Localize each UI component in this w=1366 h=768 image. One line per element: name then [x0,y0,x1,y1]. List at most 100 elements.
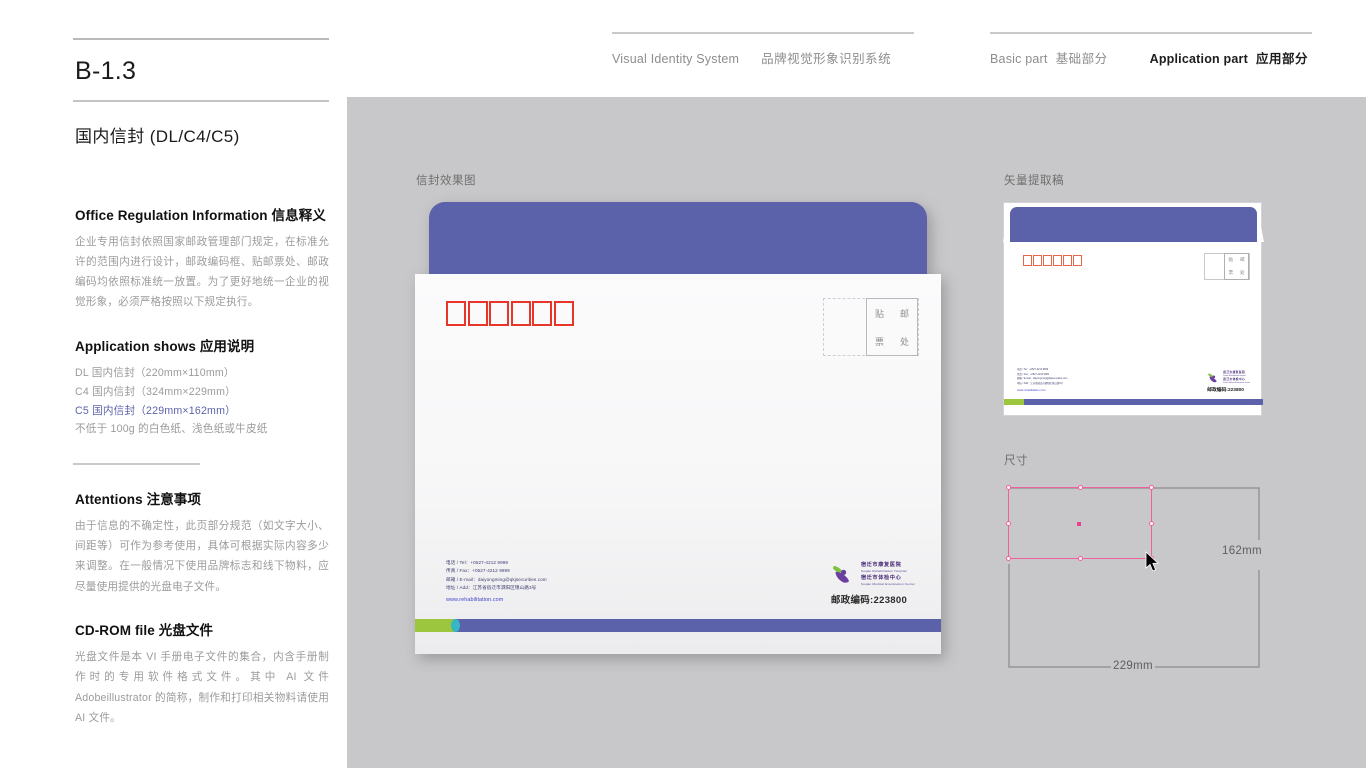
selection-handle-sw[interactable] [1006,556,1011,561]
brand-name-en-center: Suqian Medical Examination Center [860,582,915,587]
dimension-width-label: 229mm [1113,660,1153,672]
header-application-part-en[interactable]: Application part [1150,52,1248,66]
section-body-attentions: 由于信息的不确定性，此页部分规范（如文字大小、间距等）可作为参考使用，具体可根据… [75,519,329,593]
vi-manual-page: Visual Identity System 品牌视觉形象识别系统 Basic … [0,0,1366,768]
section-attentions: Attentions 注意事项 由于信息的不确定性，此页部分规范（如文字大小、间… [73,488,329,597]
header-basic-part-en[interactable]: Basic part [990,52,1048,66]
sidebar-divider [73,463,200,465]
envelope-footer-bar [415,619,941,632]
spec-item-c4: C4 国内信封（324mm×229mm） [75,385,236,398]
header-group-parts: Basic part 基础部分 Application part 应用部分 [990,32,1312,67]
vector-stamp-area-outline: 贴 邮 票 处 [1204,253,1250,280]
postal-code-box [1023,255,1032,266]
section-heading-en: Application shows [75,338,196,354]
footer-bar-green-segment [415,619,455,632]
postal-code-box [446,301,466,326]
section-heading-office-regulation: Office Regulation Information 信息释义 [75,204,329,224]
postal-code-box [1073,255,1082,266]
section-body-office-regulation: 企业专用信封依照国家邮政管理部门规定，在标准允许的范围内进行设计，邮政编码框、贴… [75,235,329,309]
brand-name-en-center: Suqian Medical Examination Center [1223,381,1250,384]
contact-address: 地址 / Add：江苏省宿迁市泗阳区锦山路3号 [1017,381,1063,385]
label-envelope-mockup: 信封效果图 [416,175,476,187]
envelope-body: 贴 邮 票 处 电话 / Tel：+0527-4212 9999 传真 / Fa… [415,274,941,654]
contact-fax: 传真 / Fax：+0527-4212 9999 [446,568,510,574]
section-heading-en: Office Regulation Information [75,207,268,223]
dimension-diagram: 162mm 229mm [1003,482,1265,677]
postal-code-box [553,301,574,326]
vector-envelope-artwork: 贴 邮 票 处 电话 / Tel：+0527-4212 9999 传真 / Fa… [1003,202,1263,416]
section-heading-application-shows: Application shows 应用说明 [75,335,329,355]
vector-envelope-flap [1010,207,1257,242]
header-system-cn: 品牌视觉形象识别系统 [761,52,892,66]
vector-contact-block: 电话 / Tel：+0527-4212 9999 传真 / Fax：+0527-… [1017,368,1067,392]
selection-handle-ne[interactable] [1149,485,1154,490]
section-body-cdrom: 光盘文件是本 VI 手册电子文件的集合，内含手册制作时的专用软件格式文件。其中 … [75,651,329,724]
contact-tel: 电话 / Tel：+0527-4212 9999 [446,560,509,566]
section-office-regulation: Office Regulation Information 信息释义 企业专用信… [73,204,329,313]
stamp-area-outline: 贴 邮 票 处 [823,298,919,356]
selection-handle-e[interactable] [1149,521,1154,526]
spec-item-paper: 不低于 100g 的白色纸、浅色纸或牛皮纸 [75,423,268,436]
section-cdrom-file: CD-ROM file 光盘文件 光盘文件是本 VI 手册电子文件的集合，内含手… [73,619,329,728]
header-basic-part-cn[interactable]: 基础部分 [1056,48,1108,67]
label-dimensions: 尺寸 [1004,455,1028,467]
footer-bar-green-segment [1004,399,1024,405]
section-heading-cn: 应用说明 [199,338,255,354]
section-application-shows: Application shows 应用说明 DL 国内信封（220mm×110… [73,335,329,439]
vector-postal-code-boxes [1023,255,1082,266]
spec-item-dl: DL 国内信封（220mm×110mm） [75,366,235,379]
postal-code-box [1063,255,1072,266]
brand-name-cn-center: 宿迁市体检中心 [860,575,902,582]
postal-code-label: 邮政编码:223800 [830,595,908,606]
hospital-logo-icon [1208,373,1217,383]
section-heading-en: Attentions [75,491,143,507]
postal-code-label: 邮政编码:223800 [1207,388,1244,393]
envelope-brand-block: 宿迁市康复医院 Suqian Rehabilitation Hospital 宿… [831,562,915,606]
postal-code-box [510,301,531,326]
envelope-flap [429,202,927,274]
stamp-char: 邮 [1239,257,1245,263]
postal-code-box [532,301,552,326]
section-heading-cn: 注意事项 [146,491,202,507]
header-application-part-cn[interactable]: 应用部分 [1256,48,1308,67]
sidebar: B-1.3 国内信封 (DL/C4/C5) Office Regulation … [73,38,329,728]
brand-name-cn-center: 宿迁市体检中心 [1223,376,1246,381]
brand-name-cn-hospital: 宿迁市康复医院 [860,562,902,569]
spec-item-c5: C5 国内信封（229mm×162mm） [75,404,236,417]
stamp-char: 贴 [874,308,884,319]
postal-code-boxes [446,301,574,326]
contact-email: 邮箱 / E-mail：daiyongming@qkjsecurities.co… [1017,377,1068,381]
selection-handle-n[interactable] [1078,485,1083,490]
contact-website: www.rehabilitation.com [446,597,504,603]
header-group-system: Visual Identity System 品牌视觉形象识别系统 [612,32,914,67]
stamp-char: 处 [899,336,909,347]
contact-email: 邮箱 / E-mail：daiyongming@qkjsecurities.co… [446,576,547,582]
header-system-en: Visual Identity System [612,52,740,66]
spec-list: DL 国内信封（220mm×110mm） C4 国内信封（324mm×229mm… [75,364,329,439]
stamp-char: 邮 [899,308,909,319]
selection-rectangle[interactable] [1006,485,1154,561]
stamp-char: 处 [1239,269,1245,275]
contact-address: 地址 / Add：江苏省宿迁市泗阳区锦山路3号 [446,584,537,590]
page-title: 国内信封 (DL/C4/C5) [75,126,240,146]
selection-center-point [1077,522,1081,526]
section-heading-cdrom: CD-ROM file 光盘文件 [75,619,329,639]
envelope-mockup: 贴 邮 票 处 电话 / Tel：+0527-4212 9999 传真 / Fa… [415,202,941,654]
postal-code-box [1043,255,1052,266]
selection-handle-w[interactable] [1006,521,1011,526]
stamp-char: 贴 [1228,257,1234,263]
stamp-placement-box: 贴 邮 票 处 [866,298,918,356]
brand-name-en-hospital: Suqian Rehabilitation Hospital [860,569,907,574]
stamp-char: 票 [1228,269,1234,275]
section-heading-cn: 信息释义 [271,207,326,223]
page-code: B-1.3 [75,57,137,85]
section-heading-cn: 光盘文件 [158,623,214,638]
postal-code-box [489,301,509,326]
selection-handle-nw[interactable] [1006,485,1011,490]
postal-code-box [1053,255,1062,266]
artboard-canvas: 信封效果图 矢量提取稿 尺寸 贴 邮 票 处 电话 / Tel：+0527-42… [347,97,1366,768]
mouse-cursor-icon [1145,551,1159,572]
vector-stamp-placement-box: 贴 邮 票 处 [1224,253,1249,280]
envelope-contact-block: 电话 / Tel：+0527-4212 9999 传真 / Fax：+0527-… [446,559,547,603]
selection-handle-s[interactable] [1078,556,1083,561]
